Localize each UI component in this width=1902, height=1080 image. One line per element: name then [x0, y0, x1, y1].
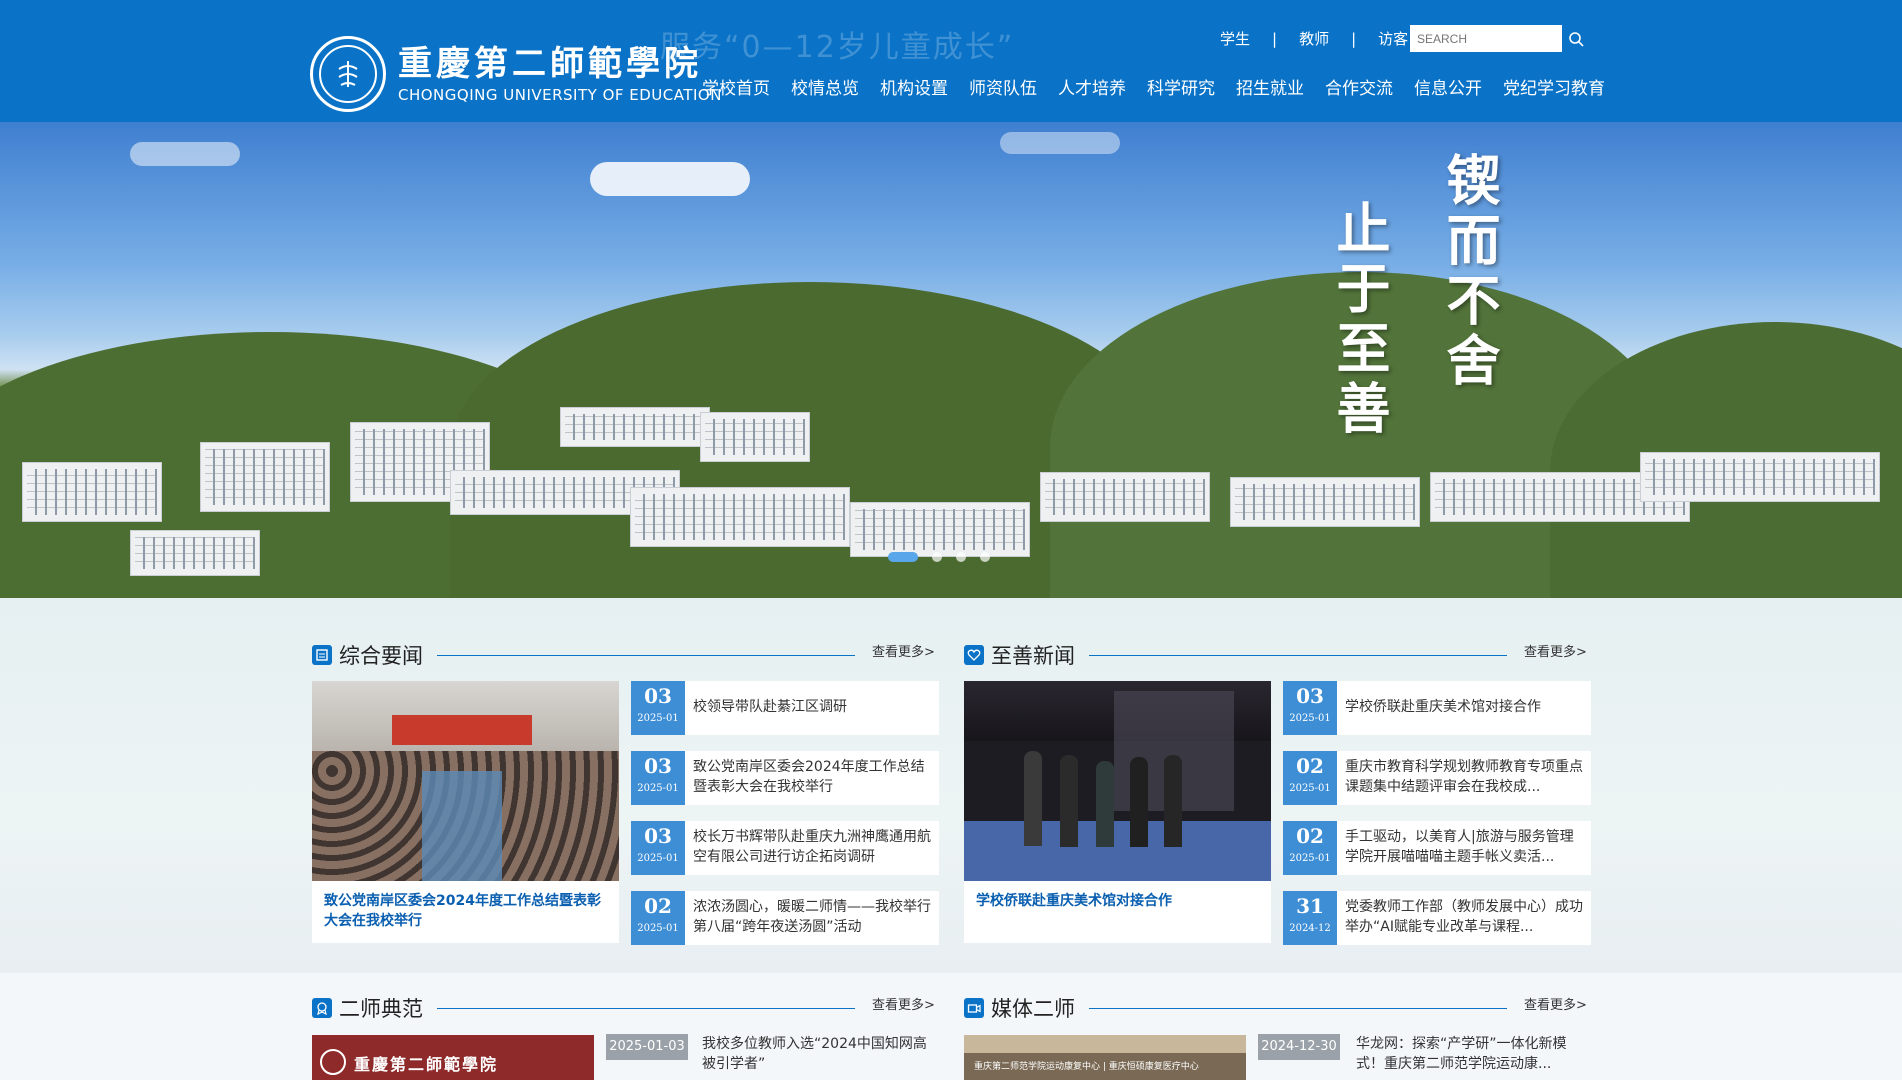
nav-admissions[interactable]: 招生就业	[1236, 74, 1304, 99]
zhishan-list-item[interactable]: 02 2025-01 手工驱动，以美育人|旅游与服务管理学院开展喵喵喵主题手帐义卖…	[1283, 821, 1591, 875]
nav-cooperation[interactable]: 合作交流	[1325, 74, 1393, 99]
carousel-dot[interactable]	[980, 552, 990, 562]
section-divider	[1089, 654, 1507, 656]
section-header-media: 媒体二师	[964, 993, 1507, 1023]
media-item-title[interactable]: 华龙网：探索“产学研”一体化新模式！重庆第二师范学院运动康...	[1356, 1034, 1586, 1074]
cloud	[130, 142, 240, 166]
ershi-thumbnail[interactable]: 重慶第二師範學院	[312, 1035, 594, 1080]
section-title: 二师典范	[339, 997, 423, 1021]
section-title: 媒体二师	[991, 997, 1075, 1021]
news-item-title[interactable]: 浓浓汤圆心，暖暖二师情——我校举行第八届“跨年夜送汤圆”活动	[685, 891, 939, 945]
ershi-item-title[interactable]: 我校多位教师入选“2024中国知网高被引学者”	[702, 1034, 932, 1074]
section-title: 综合要闻	[339, 644, 423, 668]
campus-building	[130, 530, 260, 576]
media-thumbnail-text: 重庆第二师范学院运动康复中心 | 重庆恒硕康复医疗中心	[974, 1062, 1199, 1072]
video-camera-icon	[964, 998, 984, 1018]
campus-building	[22, 462, 162, 522]
section-header-news: 综合要闻	[312, 640, 855, 670]
search-icon[interactable]	[1568, 31, 1584, 47]
campus-building	[700, 412, 810, 462]
hero-banner[interactable]: 锲而不舍 止于至善	[0, 122, 1902, 598]
nav-education[interactable]: 人才培养	[1058, 74, 1126, 99]
zhishan-feature-caption[interactable]: 学校侨联赴重庆美术馆对接合作	[964, 881, 1271, 943]
section-divider	[437, 1007, 855, 1009]
zhishan-list-item[interactable]: 03 2025-01 学校侨联赴重庆美术馆对接合作	[1283, 681, 1591, 735]
nav-research[interactable]: 科学研究	[1147, 74, 1215, 99]
news-list-item[interactable]: 03 2025-01 校领导带队赴綦江区调研	[631, 681, 939, 735]
nav-home[interactable]: 学校首页	[702, 74, 770, 99]
zhishan-more-link[interactable]: 查看更多>	[1524, 641, 1587, 660]
section-header-zhishan: 至善新闻	[964, 640, 1507, 670]
ershi-thumbnail-text: 重慶第二師範學院	[354, 1055, 499, 1074]
zhishan-list-item[interactable]: 31 2024-12 党委教师工作部（教师发展中心）成功举办“AI赋能专业改革与课…	[1283, 891, 1591, 945]
media-date: 2024-12-30	[1258, 1034, 1340, 1060]
section-divider	[1089, 1007, 1507, 1009]
news-item-title[interactable]: 校长万书辉带队赴重庆九洲神鹰通用航空有限公司进行访企拓岗调研	[685, 821, 939, 875]
site-logo[interactable]: 重慶第二師範學院 CHONGQING UNIVERSITY OF EDUCATI…	[310, 36, 722, 112]
bottom-area	[0, 973, 1902, 1080]
section-title: 至善新闻	[991, 644, 1075, 668]
zhishan-feature-photo[interactable]	[964, 681, 1271, 881]
badge-icon	[312, 998, 332, 1018]
search-input[interactable]	[1410, 25, 1562, 52]
campus-building	[200, 442, 330, 512]
zhishan-item-title[interactable]: 党委教师工作部（教师发展中心）成功举办“AI赋能专业改革与课程...	[1337, 891, 1591, 945]
motto-left: 止于至善	[1327, 200, 1391, 440]
carousel-indicators	[888, 552, 990, 562]
zhishan-item-title[interactable]: 重庆市教育科学规划教师教育专项重点课题集中结题评审会在我校成...	[1337, 751, 1591, 805]
zhishan-item-title[interactable]: 手工驱动，以美育人|旅游与服务管理学院开展喵喵喵主题手帐义卖活...	[1337, 821, 1591, 875]
media-thumbnail[interactable]: 重庆第二师范学院运动康复中心 | 重庆恒硕康复医疗中心	[964, 1035, 1246, 1080]
news-list-item[interactable]: 03 2025-01 致公党南岸区委会2024年度工作总结暨表彰大会在我校举行	[631, 751, 939, 805]
motto-right: 锲而不舍	[1437, 152, 1501, 392]
news-item-title[interactable]: 校领导带队赴綦江区调研	[685, 681, 939, 735]
campus-building	[1040, 472, 1210, 522]
section-divider	[437, 654, 855, 656]
logo-english-name: CHONGQING UNIVERSITY OF EDUCATION	[398, 86, 722, 104]
news-feature-caption[interactable]: 致公党南岸区委会2024年度工作总结暨表彰大会在我校举行	[312, 881, 619, 943]
nav-party-discipline[interactable]: 党纪学习教育	[1503, 74, 1605, 99]
carousel-dot[interactable]	[932, 552, 942, 562]
campus-building	[630, 487, 850, 547]
logo-chinese-name: 重慶第二師範學院	[398, 44, 702, 84]
media-more-link[interactable]: 查看更多>	[1524, 994, 1587, 1013]
divider: |	[1351, 29, 1357, 48]
section-header-ershi: 二师典范	[312, 993, 855, 1023]
ershi-more-link[interactable]: 查看更多>	[872, 994, 935, 1013]
campus-building	[850, 502, 1030, 557]
nav-disclosure[interactable]: 信息公开	[1414, 74, 1482, 99]
carousel-dot[interactable]	[956, 552, 966, 562]
university-seal-icon	[310, 36, 386, 112]
link-teacher[interactable]: 教师	[1299, 28, 1329, 49]
news-item-title[interactable]: 致公党南岸区委会2024年度工作总结暨表彰大会在我校举行	[685, 751, 939, 805]
news-area	[0, 598, 1902, 973]
news-more-link[interactable]: 查看更多>	[872, 641, 935, 660]
nav-overview[interactable]: 校情总览	[791, 74, 859, 99]
news-list-item[interactable]: 03 2025-01 校长万书辉带队赴重庆九洲神鹰通用航空有限公司进行访企拓岗调研	[631, 821, 939, 875]
zhishan-item-title[interactable]: 学校侨联赴重庆美术馆对接合作	[1337, 681, 1591, 735]
heart-icon	[964, 645, 984, 665]
site-header: 服务“0—12岁儿童成长” 重慶第二師範學院 CHONGQING UNIVERS…	[0, 0, 1902, 122]
campus-building	[560, 407, 710, 447]
cloud	[1000, 132, 1120, 154]
ershi-date: 2025-01-03	[606, 1034, 688, 1060]
news-feature-photo[interactable]	[312, 681, 619, 881]
campus-building	[1640, 452, 1880, 502]
nav-departments[interactable]: 机构设置	[880, 74, 948, 99]
audience-links: 学生 | 教师 | 访客	[1220, 28, 1408, 49]
divider: |	[1272, 29, 1278, 48]
news-icon	[312, 645, 332, 665]
main-nav: 学校首页 校情总览 机构设置 师资队伍 人才培养 科学研究 招生就业 合作交流 …	[702, 74, 1626, 99]
nav-faculty[interactable]: 师资队伍	[969, 74, 1037, 99]
link-student[interactable]: 学生	[1220, 28, 1250, 49]
zhishan-list-item[interactable]: 02 2025-01 重庆市教育科学规划教师教育专项重点课题集中结题评审会在我校成…	[1283, 751, 1591, 805]
link-visitor[interactable]: 访客	[1378, 28, 1408, 49]
cloud	[590, 162, 750, 196]
news-list-item[interactable]: 02 2025-01 浓浓汤圆心，暖暖二师情——我校举行第八届“跨年夜送汤圆”活动	[631, 891, 939, 945]
carousel-dot-active[interactable]	[888, 552, 918, 562]
